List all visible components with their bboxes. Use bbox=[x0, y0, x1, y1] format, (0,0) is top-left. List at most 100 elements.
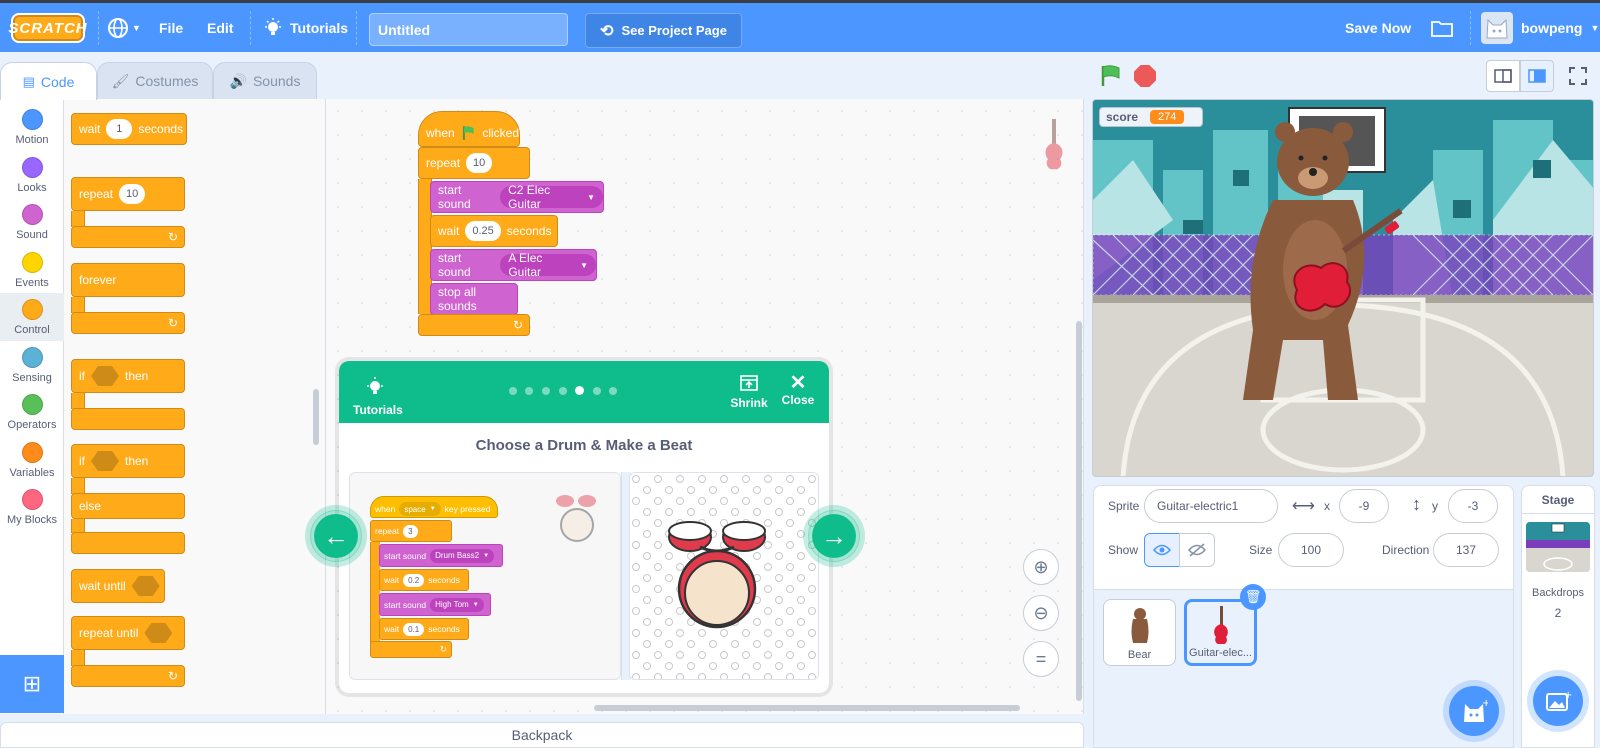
vertical-arrows-icon: ↕ bbox=[1412, 494, 1421, 514]
backdrop-thumbnail[interactable] bbox=[1526, 522, 1590, 572]
zoom-reset-button[interactable]: = bbox=[1023, 641, 1059, 677]
step-dot[interactable] bbox=[609, 387, 617, 395]
block-when-flag-clicked[interactable]: when clicked bbox=[418, 111, 520, 147]
block-forever[interactable]: forever bbox=[71, 263, 185, 297]
file-menu[interactable]: File bbox=[159, 3, 183, 52]
mini-block-text: key pressed bbox=[444, 504, 491, 514]
category-events[interactable]: Events bbox=[0, 246, 64, 294]
block-repeat-until[interactable]: repeat until bbox=[71, 616, 185, 650]
next-step-button[interactable]: → bbox=[808, 510, 860, 562]
category-motion[interactable]: Motion bbox=[0, 103, 64, 151]
stage-scene-image bbox=[1093, 100, 1593, 476]
stop-button[interactable] bbox=[1134, 65, 1156, 87]
step-dot[interactable] bbox=[525, 387, 533, 395]
dropdown-arrow-icon: ▼ bbox=[580, 260, 588, 270]
previous-step-button[interactable]: ← bbox=[310, 510, 362, 562]
variables-color-dot bbox=[21, 442, 43, 463]
show-visible-button[interactable] bbox=[1144, 533, 1180, 567]
mini-block-wait: wait 0.2 seconds bbox=[379, 569, 469, 591]
boolean-slot[interactable] bbox=[131, 576, 160, 596]
boolean-slot[interactable] bbox=[144, 623, 173, 643]
sprite-thumbnail-guitar-electric[interactable]: Guitar-elec... bbox=[1184, 599, 1257, 666]
looks-color-dot bbox=[21, 157, 43, 178]
choose-backdrop-button[interactable]: + bbox=[1533, 676, 1583, 726]
category-operators[interactable]: Operators bbox=[0, 388, 64, 436]
block-start-sound[interactable]: start sound C2 Elec Guitar ▼ bbox=[430, 181, 604, 213]
see-project-label: See Project Page bbox=[621, 23, 727, 38]
boolean-slot[interactable] bbox=[91, 451, 119, 471]
boolean-slot[interactable] bbox=[91, 366, 119, 386]
category-control[interactable]: Control bbox=[0, 293, 64, 341]
green-flag-button[interactable] bbox=[1099, 64, 1123, 93]
my-stuff-folder-button[interactable] bbox=[1431, 3, 1453, 52]
lightbulb-icon bbox=[367, 377, 383, 394]
mini-block-text: seconds bbox=[428, 575, 460, 585]
block-if-then[interactable]: if then bbox=[71, 359, 185, 393]
language-menu[interactable]: ▼ bbox=[107, 3, 141, 52]
choose-sprite-button[interactable]: + bbox=[1449, 686, 1499, 736]
horizontal-arrows-icon: ⟷ bbox=[1292, 498, 1315, 515]
category-variables[interactable]: Variables bbox=[0, 436, 64, 484]
tab-code[interactable]: ▤ Code bbox=[0, 62, 97, 100]
backpack[interactable]: Backpack bbox=[0, 722, 1084, 748]
shrink-button[interactable]: Shrink bbox=[729, 375, 769, 410]
see-project-page-button[interactable]: ⟲ See Project Page bbox=[585, 13, 742, 48]
step-dot[interactable] bbox=[509, 387, 517, 395]
step-dot[interactable] bbox=[593, 387, 601, 395]
direction-input[interactable]: 137 bbox=[1433, 533, 1499, 567]
project-title-input[interactable]: Untitled bbox=[369, 13, 568, 46]
tutorials-button[interactable]: Tutorials bbox=[353, 377, 403, 417]
block-start-sound[interactable]: start sound A Elec Guitar ▼ bbox=[430, 249, 597, 281]
show-hidden-button[interactable] bbox=[1179, 533, 1215, 567]
block-wait-seconds[interactable]: wait 1 seconds bbox=[71, 113, 187, 145]
category-sound[interactable]: Sound bbox=[0, 198, 64, 246]
sprite-thumbnail-bear[interactable]: Bear bbox=[1103, 599, 1176, 666]
sound-dropdown[interactable]: C2 Elec Guitar ▼ bbox=[500, 183, 603, 211]
step-dot-current[interactable] bbox=[575, 386, 584, 395]
zoom-in-button[interactable]: ⊕ bbox=[1023, 549, 1059, 585]
delete-sprite-button[interactable]: 🗑 bbox=[1240, 584, 1266, 610]
sprite-name-input[interactable]: Guitar-electric1 bbox=[1144, 489, 1278, 523]
block-text: stop all sounds bbox=[438, 285, 477, 313]
fullscreen-button[interactable] bbox=[1561, 60, 1595, 92]
block-repeat[interactable]: repeat 10 bbox=[418, 147, 530, 179]
large-stage-button[interactable] bbox=[1520, 60, 1554, 92]
sound-dropdown[interactable]: A Elec Guitar ▼ bbox=[500, 251, 596, 279]
scratch-logo[interactable]: SCRATCH bbox=[8, 13, 87, 43]
y-position-input[interactable]: -3 bbox=[1448, 489, 1498, 523]
category-label: Looks bbox=[17, 182, 47, 194]
account-menu[interactable]: bowpeng ▼ bbox=[1481, 3, 1599, 52]
block-wait-until[interactable]: wait until bbox=[71, 569, 165, 603]
block-if-then-else[interactable]: if then bbox=[71, 444, 185, 478]
category-my-blocks[interactable]: My Blocks bbox=[0, 483, 64, 531]
block-repeat[interactable]: repeat 10 bbox=[71, 177, 185, 211]
step-dot[interactable] bbox=[542, 387, 550, 395]
block-input[interactable]: 10 bbox=[119, 184, 146, 204]
stage-canvas[interactable] bbox=[1092, 99, 1594, 477]
block-input[interactable]: 0.25 bbox=[465, 221, 501, 241]
save-now-button[interactable]: Save Now bbox=[1345, 3, 1411, 52]
zoom-out-button[interactable]: ⊖ bbox=[1023, 595, 1059, 631]
category-looks[interactable]: Looks bbox=[0, 151, 64, 199]
username: bowpeng bbox=[1521, 19, 1583, 36]
size-input[interactable]: 100 bbox=[1278, 533, 1344, 567]
add-extension-button[interactable]: ⊞ bbox=[0, 655, 64, 713]
palette-scrollbar[interactable] bbox=[313, 389, 319, 445]
block-wait-seconds[interactable]: wait 0.25 seconds bbox=[430, 215, 558, 247]
category-sensing[interactable]: Sensing bbox=[0, 341, 64, 389]
vertical-scrollbar[interactable] bbox=[1076, 321, 1082, 701]
tutorials-menu[interactable]: Tutorials bbox=[264, 3, 348, 52]
stage-selector-panel[interactable]: Stage Backdrops 2 + bbox=[1521, 485, 1595, 748]
edit-menu[interactable]: Edit bbox=[207, 3, 233, 52]
tab-costumes[interactable]: 🖌 Costumes bbox=[97, 62, 213, 99]
block-stop-all-sounds[interactable]: stop all sounds bbox=[430, 283, 518, 315]
step-dot[interactable] bbox=[559, 387, 567, 395]
block-input[interactable]: 1 bbox=[106, 119, 133, 139]
x-position-input[interactable]: -9 bbox=[1339, 489, 1389, 523]
block-input[interactable]: 10 bbox=[466, 153, 493, 173]
close-button[interactable]: ✕ Close bbox=[780, 373, 816, 407]
motion-color-dot bbox=[21, 109, 43, 130]
tab-sounds[interactable]: 🔊 Sounds bbox=[213, 62, 317, 99]
small-stage-button[interactable] bbox=[1486, 60, 1520, 92]
horizontal-scrollbar[interactable] bbox=[594, 705, 1020, 711]
